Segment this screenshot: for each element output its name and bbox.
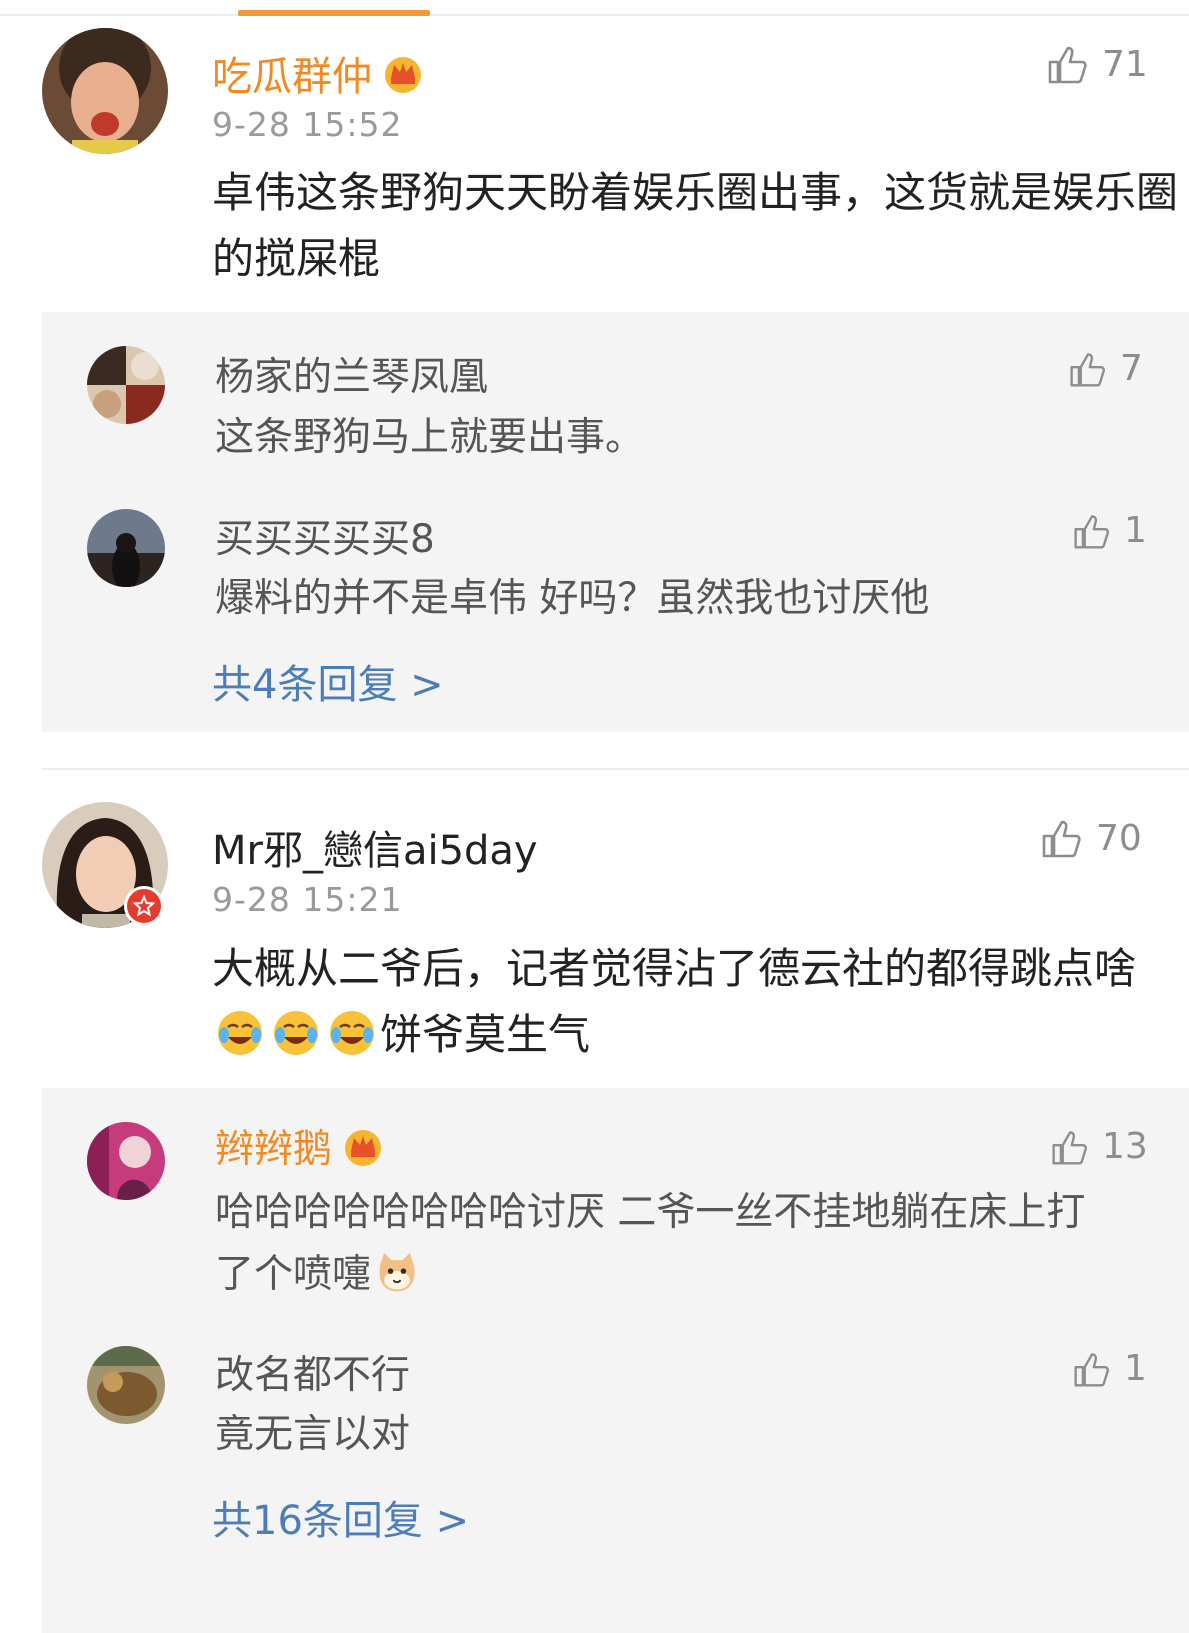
reply-username[interactable]: 买买买买买8	[215, 508, 435, 564]
reply-text: 哈哈哈哈哈哈哈哈讨厌 二爷一丝不挂地躺在床上打了个喷嚏	[215, 1190, 1086, 1299]
comment-username[interactable]: Mr邪_戀信ai5day	[212, 818, 538, 876]
like-count: 70	[1096, 817, 1142, 859]
reply-username[interactable]: 改名都不行	[215, 1344, 410, 1400]
thumbs-up-icon	[1074, 1352, 1109, 1387]
reply-username[interactable]: 辫辫鹅	[215, 1118, 384, 1177]
avatar[interactable]	[87, 346, 165, 424]
more-replies-link[interactable]: 共16条回复 >	[212, 1488, 469, 1546]
reply-box: 辫辫鹅 13 哈哈哈哈哈哈哈哈讨厌 二爷一丝不挂地躺在床上打了个喷嚏 改名都不行…	[42, 1088, 1189, 1633]
comment-time: 9-28 15:21	[212, 880, 403, 919]
thumbs-up-icon	[1042, 820, 1081, 858]
reply-box: 杨家的兰琴凤凰 7 这条野狗马上就要出事。 买买买买买8 1 爆料的并不是卓伟 …	[42, 312, 1189, 732]
comment-username[interactable]: 吃瓜群仲	[212, 44, 424, 104]
comment-time: 9-28 15:52	[212, 105, 403, 144]
like-count: 1	[1124, 510, 1147, 551]
laugh-cry-emoji	[272, 1009, 320, 1057]
like-count: 1	[1124, 1348, 1147, 1389]
vip-badge-icon	[124, 886, 164, 926]
like-count: 13	[1102, 1126, 1148, 1167]
like-button[interactable]: 70	[1040, 816, 1142, 860]
like-button[interactable]: 13	[1050, 1126, 1148, 1167]
laugh-cry-emoji	[216, 1009, 264, 1057]
thumbs-up-icon	[1052, 1130, 1087, 1165]
reply-username[interactable]: 杨家的兰琴凤凰	[215, 346, 488, 402]
like-button[interactable]: 1	[1072, 1348, 1147, 1389]
cat-emoji	[375, 1251, 423, 1299]
thumbs-up-icon	[1070, 352, 1105, 387]
laugh-cry-emoji	[328, 1009, 376, 1057]
comment-text: 卓伟这条野狗天天盼着娱乐圈出事，这货就是娱乐圈的搅屎棍	[212, 168, 1179, 283]
like-count: 7	[1120, 348, 1143, 389]
avatar[interactable]	[87, 1346, 165, 1424]
avatar[interactable]	[87, 1122, 165, 1200]
like-button[interactable]: 7	[1068, 348, 1143, 389]
tab-bar-divider	[0, 14, 1189, 16]
comment-divider	[42, 768, 1189, 770]
reply-text: 这条野狗马上就要出事。	[215, 415, 645, 460]
avatar[interactable]	[42, 28, 168, 154]
reply-text: 爆料的并不是卓伟 好吗？虽然我也讨厌他	[215, 576, 930, 621]
avatar[interactable]	[87, 509, 165, 587]
like-button[interactable]: 71	[1046, 42, 1148, 86]
comment-text: 大概从二爷后，记者觉得沾了德云社的都得跳点啥饼爷莫生气	[212, 944, 1137, 1059]
crown-icon	[342, 1127, 384, 1177]
like-count: 71	[1102, 43, 1148, 85]
reply-text: 竟无言以对	[215, 1412, 411, 1457]
active-tab-indicator	[238, 10, 430, 16]
crown-icon	[382, 54, 424, 104]
like-button[interactable]: 1	[1072, 510, 1147, 551]
thumbs-up-icon	[1048, 46, 1087, 84]
thumbs-up-icon	[1074, 514, 1109, 549]
more-replies-link[interactable]: 共4条回复 >	[212, 652, 444, 710]
